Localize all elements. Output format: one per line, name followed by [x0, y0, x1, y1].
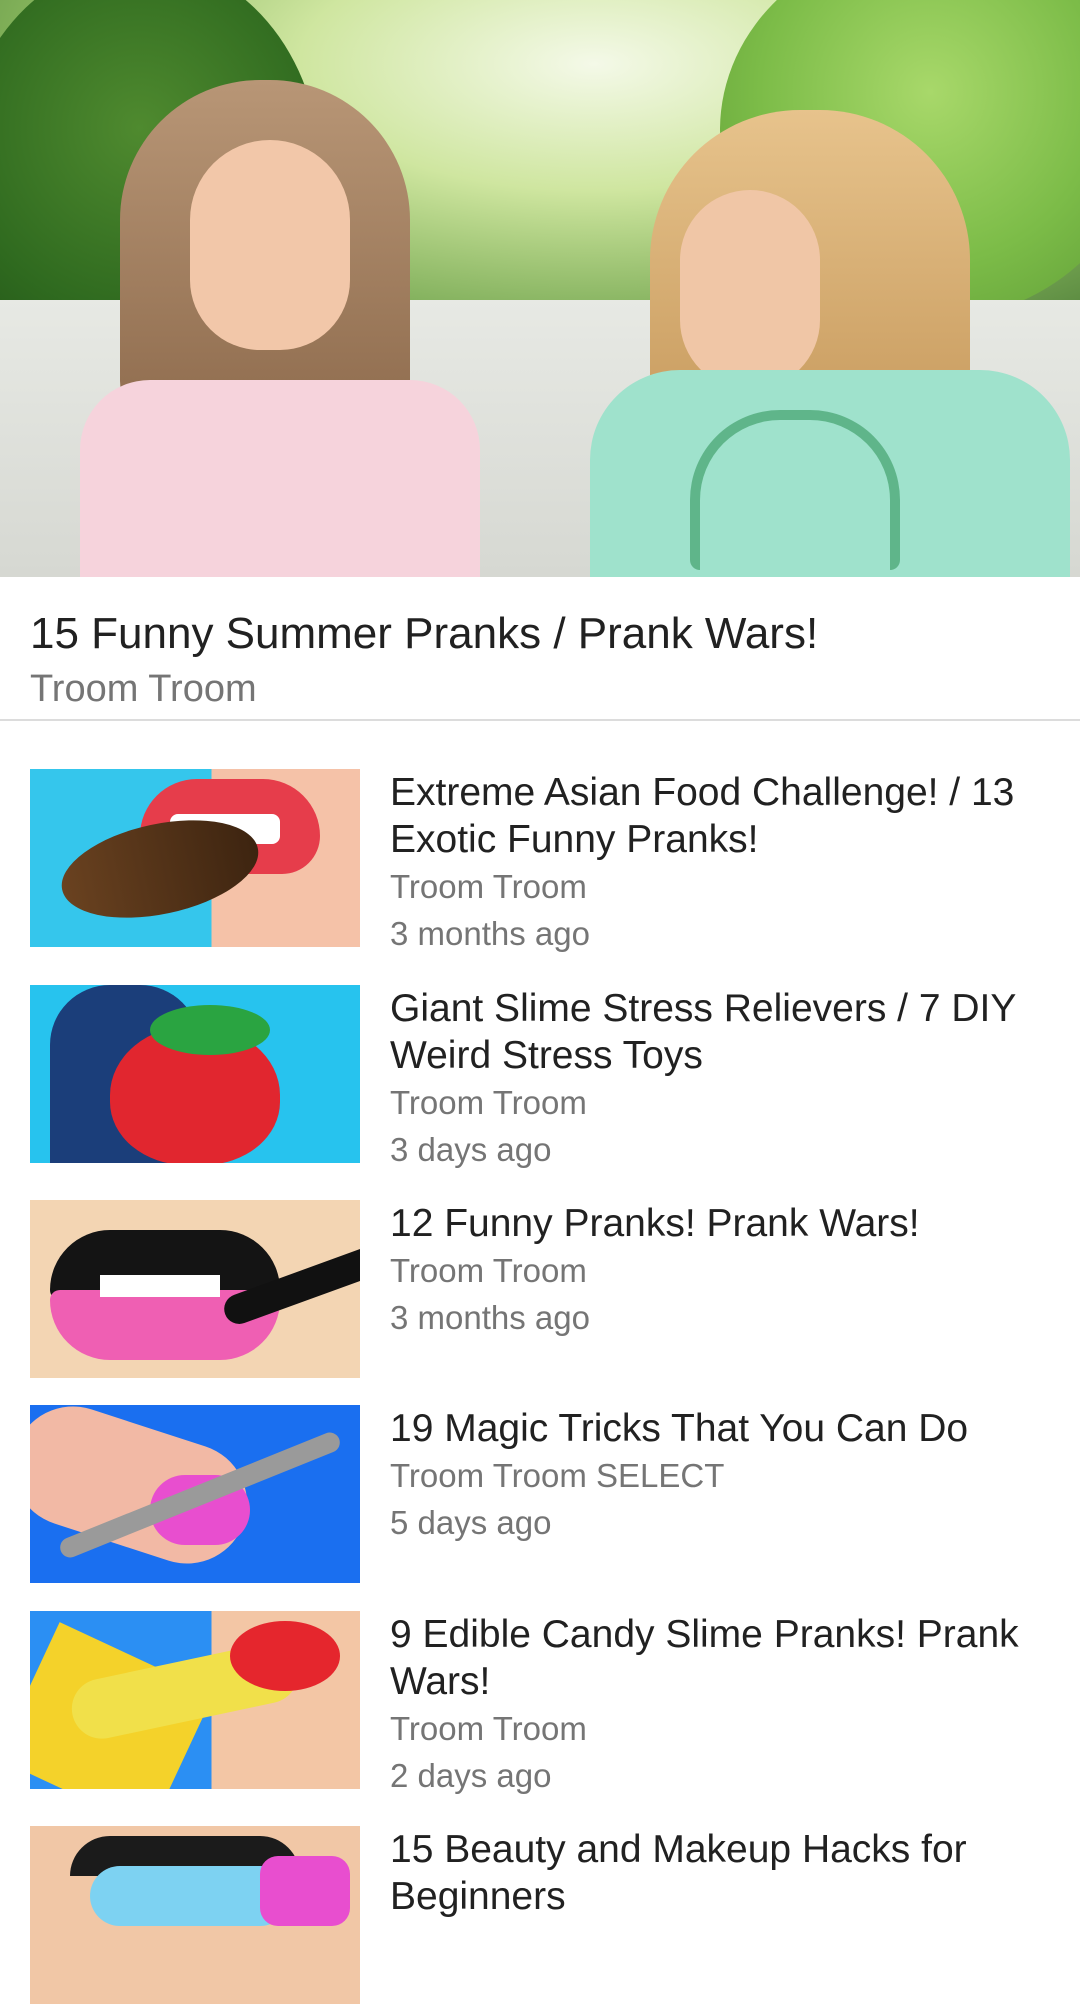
thumb-lips [230, 1621, 340, 1691]
video-channel: Troom Troom [390, 1084, 587, 1121]
video-meta: 12 Funny Pranks! Prank Wars! Troom Troom… [390, 1200, 1080, 1341]
video-thumbnail[interactable] [30, 1611, 360, 1789]
video-channel: Troom Troom [390, 1252, 587, 1289]
video-list-item[interactable]: Extreme Asian Food Challenge! / 13 Exoti… [30, 769, 1060, 952]
girl-right-face [680, 190, 820, 390]
video-player[interactable] [0, 0, 1080, 577]
video-thumbnail[interactable] [30, 1826, 360, 2004]
shirt-print [690, 410, 900, 570]
video-meta: Giant Slime Stress Relievers / 7 DIY Wei… [390, 985, 1080, 1173]
video-meta: 15 Beauty and Makeup Hacks for Beginners [390, 1826, 1080, 1920]
video-age: 5 days ago [390, 1504, 552, 1541]
video-title[interactable]: 15 Beauty and Makeup Hacks for Beginners [390, 1826, 1080, 1920]
now-playing-channel[interactable]: Troom Troom [30, 661, 1050, 717]
video-thumbnail[interactable] [30, 985, 360, 1163]
video-title[interactable]: Extreme Asian Food Challenge! / 13 Exoti… [390, 769, 1080, 863]
video-channel: Troom Troom [390, 1710, 587, 1747]
video-meta: 19 Magic Tricks That You Can Do Troom Tr… [390, 1405, 1080, 1546]
girl-left-face [190, 140, 350, 350]
video-title[interactable]: 19 Magic Tricks That You Can Do [390, 1405, 1080, 1452]
girl-left [80, 80, 480, 577]
video-thumbnail[interactable] [30, 1405, 360, 1583]
video-title[interactable]: Giant Slime Stress Relievers / 7 DIY Wei… [390, 985, 1080, 1079]
video-title[interactable]: 9 Edible Candy Slime Pranks! Prank Wars! [390, 1611, 1080, 1705]
video-list-item[interactable]: 12 Funny Pranks! Prank Wars! Troom Troom… [30, 1200, 1060, 1380]
video-channel: Troom Troom [390, 868, 587, 905]
girl-right [590, 110, 1070, 577]
video-age: 2 days ago [390, 1757, 552, 1794]
thumb-makeup-tube [260, 1856, 350, 1926]
video-list-item[interactable]: Giant Slime Stress Relievers / 7 DIY Wei… [30, 985, 1060, 1168]
now-playing-title: 15 Funny Summer Pranks / Prank Wars! [30, 609, 819, 658]
thumb-leaf [150, 1005, 270, 1055]
video-list-item[interactable]: 9 Edible Candy Slime Pranks! Prank Wars!… [30, 1611, 1060, 1794]
video-age: 3 months ago [390, 915, 590, 952]
video-age: 3 months ago [390, 1299, 590, 1336]
video-channel: Troom Troom SELECT [390, 1457, 725, 1494]
video-meta: 9 Edible Candy Slime Pranks! Prank Wars!… [390, 1611, 1080, 1799]
video-meta: Extreme Asian Food Challenge! / 13 Exoti… [390, 769, 1080, 957]
video-list-item[interactable]: 15 Beauty and Makeup Hacks for Beginners [30, 1826, 1060, 2006]
video-list-item[interactable]: 19 Magic Tricks That You Can Do Troom Tr… [30, 1405, 1060, 1585]
thumb-teeth [100, 1275, 220, 1297]
now-playing-info: 15 Funny Summer Pranks / Prank Wars! Tro… [0, 577, 1080, 721]
video-thumbnail[interactable] [30, 1200, 360, 1378]
video-thumbnail[interactable] [30, 769, 360, 947]
girl-left-shirt [80, 380, 480, 577]
video-age: 3 days ago [390, 1131, 552, 1168]
video-title[interactable]: 12 Funny Pranks! Prank Wars! [390, 1200, 1080, 1247]
